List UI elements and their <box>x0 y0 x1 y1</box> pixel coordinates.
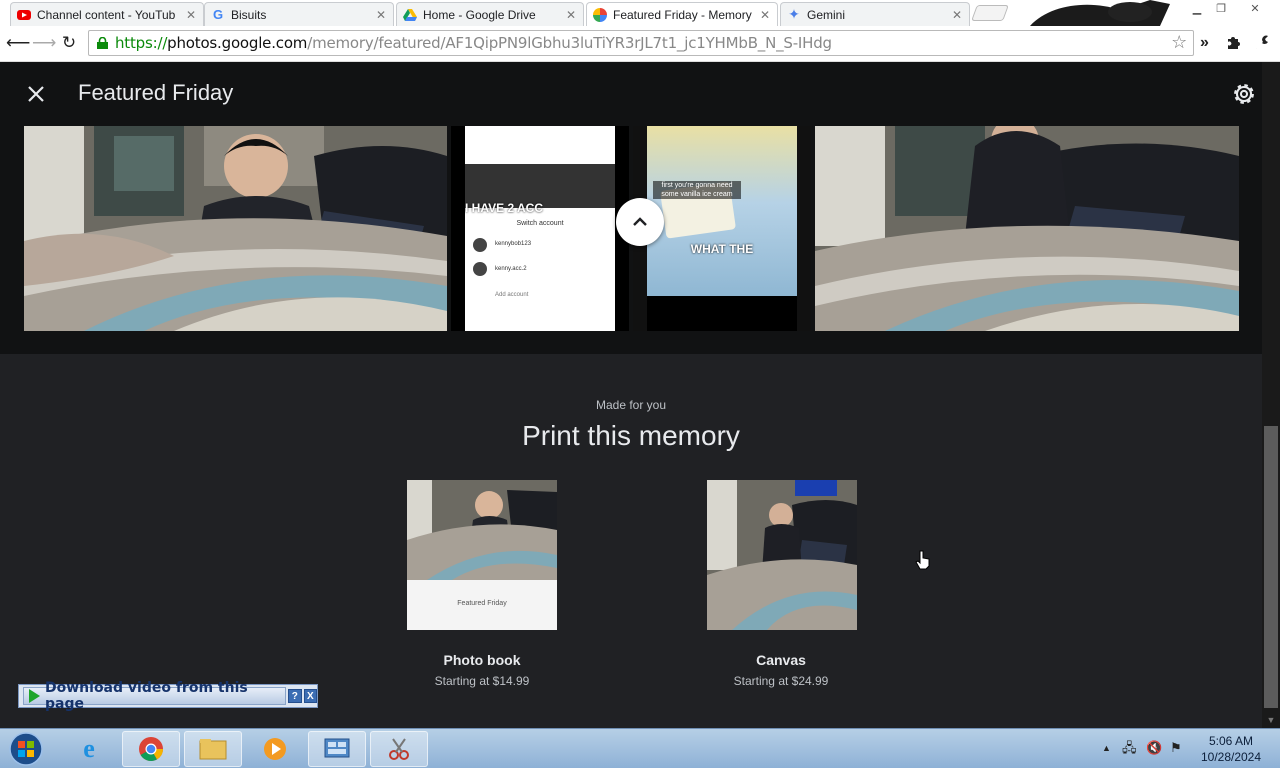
video-caption-2: WHAT THE <box>690 242 754 256</box>
minimize-icon[interactable]: ▁ <box>1186 2 1208 16</box>
canvas-image[interactable] <box>707 480 857 630</box>
memory-photo-2[interactable]: I HAVE 2 ACC Switch account kennybob123 … <box>451 126 629 331</box>
scroll-up-button[interactable] <box>616 198 664 246</box>
video-caption: first you're gonna need some vanilla ice… <box>653 181 741 199</box>
tab-title: Featured Friday - Memory <box>613 7 752 22</box>
youtube-icon <box>17 8 31 22</box>
network-icon[interactable]: 🖧 <box>1122 741 1137 755</box>
photo-book-image[interactable]: Featured Friday <box>407 480 557 630</box>
tab-title: Gemini <box>807 7 846 22</box>
print-memory-title: Print this memory <box>522 420 740 451</box>
page-title: Featured Friday <box>78 80 234 105</box>
account-1: kennybob123 <box>495 241 532 247</box>
media-player-icon <box>264 738 286 760</box>
extensions-overflow-icon[interactable]: » <box>1200 34 1209 52</box>
tab-bisuits[interactable]: G Bisuits ✕ <box>204 2 394 26</box>
memory-photo-strip: I HAVE 2 ACC Switch account kennybob123 … <box>0 126 1262 354</box>
taskbar-control-panel[interactable] <box>308 731 366 767</box>
download-video-label: Download video from this page <box>45 680 248 712</box>
control-panel-icon <box>324 738 350 758</box>
memory-viewer: Featured Friday I HAVE 2 ACC Switch acco… <box>0 62 1280 728</box>
download-video-bar: Download video from this page ? X <box>18 680 318 712</box>
taskbar-chrome[interactable] <box>122 731 180 767</box>
cat-decoration <box>1030 0 1170 26</box>
scroll-down-arrow-icon[interactable]: ▼ <box>1262 712 1280 728</box>
browser-toolbar: ⟵ ⟶ ↻ https://photos.google.com/memory/f… <box>0 26 1280 62</box>
clock-date: 10/28/2024 <box>1200 750 1262 764</box>
url-scheme: https:// <box>115 34 168 52</box>
photo-book-name[interactable]: Photo book <box>332 652 632 668</box>
page-scrollbar[interactable]: ▼ <box>1262 62 1280 728</box>
tab-google-drive[interactable]: Home - Google Drive ✕ <box>396 2 584 26</box>
tab-close-icon[interactable]: ✕ <box>757 8 773 22</box>
drive-icon <box>403 8 417 22</box>
download-close-button[interactable]: X <box>303 689 317 703</box>
google-icon: G <box>212 7 224 22</box>
play-icon <box>29 689 40 703</box>
taskbar: e ▲ 🖧 🔇 ⚑ 5:06 AM 10/28/2024 <box>0 728 1280 768</box>
wrench-icon[interactable] <box>1254 34 1270 55</box>
tab-close-icon[interactable]: ✕ <box>183 8 199 22</box>
folder-icon <box>199 739 227 760</box>
scrollbar-thumb[interactable] <box>1264 426 1278 708</box>
photos-icon <box>593 7 607 22</box>
tab-close-icon[interactable]: ✕ <box>949 8 965 22</box>
taskbar-explorer[interactable] <box>184 731 242 767</box>
tray-expand-icon[interactable]: ▲ <box>1102 741 1111 755</box>
download-video-button[interactable]: Download video from this page <box>23 680 287 712</box>
tab-title: Channel content - YouTub <box>37 7 176 22</box>
back-icon[interactable]: ⟵ <box>6 32 30 54</box>
made-for-you-label: Made for you <box>595 398 667 412</box>
gear-icon[interactable] <box>1230 80 1258 108</box>
memory-photo-4[interactable] <box>815 126 1239 331</box>
memory-photo-1[interactable] <box>24 126 447 331</box>
action-center-flag-icon[interactable]: ⚑ <box>1170 741 1182 755</box>
bookmark-star-icon[interactable]: ☆ <box>1171 33 1187 53</box>
photo-book-cover-text: Featured Friday <box>457 600 507 607</box>
window-close-icon[interactable]: ✕ <box>1244 2 1266 16</box>
close-icon[interactable] <box>24 82 48 106</box>
taskbar-media-player[interactable] <box>246 731 304 767</box>
tab-featured-friday[interactable]: Featured Friday - Memory ✕ <box>586 2 778 26</box>
switch-account-title: Switch account <box>516 220 564 227</box>
reload-icon[interactable]: ↻ <box>58 32 80 54</box>
url-path: /memory/featured/AF1QipPN9lGbhu3luTiYR3r… <box>307 34 832 52</box>
lock-icon <box>97 37 108 49</box>
photo-book-price: Starting at $14.99 <box>434 674 530 688</box>
hand-cursor-icon <box>915 550 930 570</box>
taskbar-internet-explorer[interactable]: e <box>60 731 118 767</box>
tab-title: Home - Google Drive <box>423 7 536 22</box>
taskbar-snipping-tool[interactable] <box>370 731 428 767</box>
restore-icon[interactable]: ❐ <box>1210 2 1232 16</box>
chevron-up-icon <box>633 217 647 226</box>
start-button[interactable] <box>6 731 46 767</box>
puzzle-icon[interactable] <box>1226 34 1242 55</box>
tab-strip: Channel content - YouTub ✕ G Bisuits ✕ H… <box>0 0 1280 26</box>
memory-header: Featured Friday <box>0 62 1262 126</box>
tab-title: Bisuits <box>231 7 267 22</box>
canvas-name[interactable]: Canvas <box>631 652 931 668</box>
taskbar-clock[interactable]: 5:06 AM 10/28/2024 <box>1186 733 1276 765</box>
add-account-label: Add account <box>495 292 529 298</box>
forward-icon[interactable]: ⟶ <box>32 32 56 54</box>
clock-time: 5:06 AM <box>1208 734 1254 748</box>
internet-explorer-icon: e <box>83 734 95 763</box>
gemini-icon: ✦ <box>788 6 800 22</box>
screenshot-caption: I HAVE 2 ACC <box>465 201 544 215</box>
volume-muted-icon[interactable]: 🔇 <box>1146 741 1162 755</box>
chrome-icon <box>139 737 163 762</box>
scissors-icon <box>389 738 409 760</box>
address-bar[interactable]: https://photos.google.com/memory/feature… <box>88 30 1194 56</box>
url-host: photos.google.com <box>167 34 308 52</box>
download-help-button[interactable]: ? <box>288 689 302 703</box>
new-tab-button[interactable] <box>971 5 1009 21</box>
canvas-price: Starting at $24.99 <box>733 674 829 688</box>
account-2: kenny.acc.2 <box>495 266 527 272</box>
tab-close-icon[interactable]: ✕ <box>373 8 389 22</box>
tab-gemini[interactable]: ✦ Gemini ✕ <box>780 2 970 26</box>
tab-close-icon[interactable]: ✕ <box>563 8 579 22</box>
tab-youtube[interactable]: Channel content - YouTub ✕ <box>10 2 204 26</box>
